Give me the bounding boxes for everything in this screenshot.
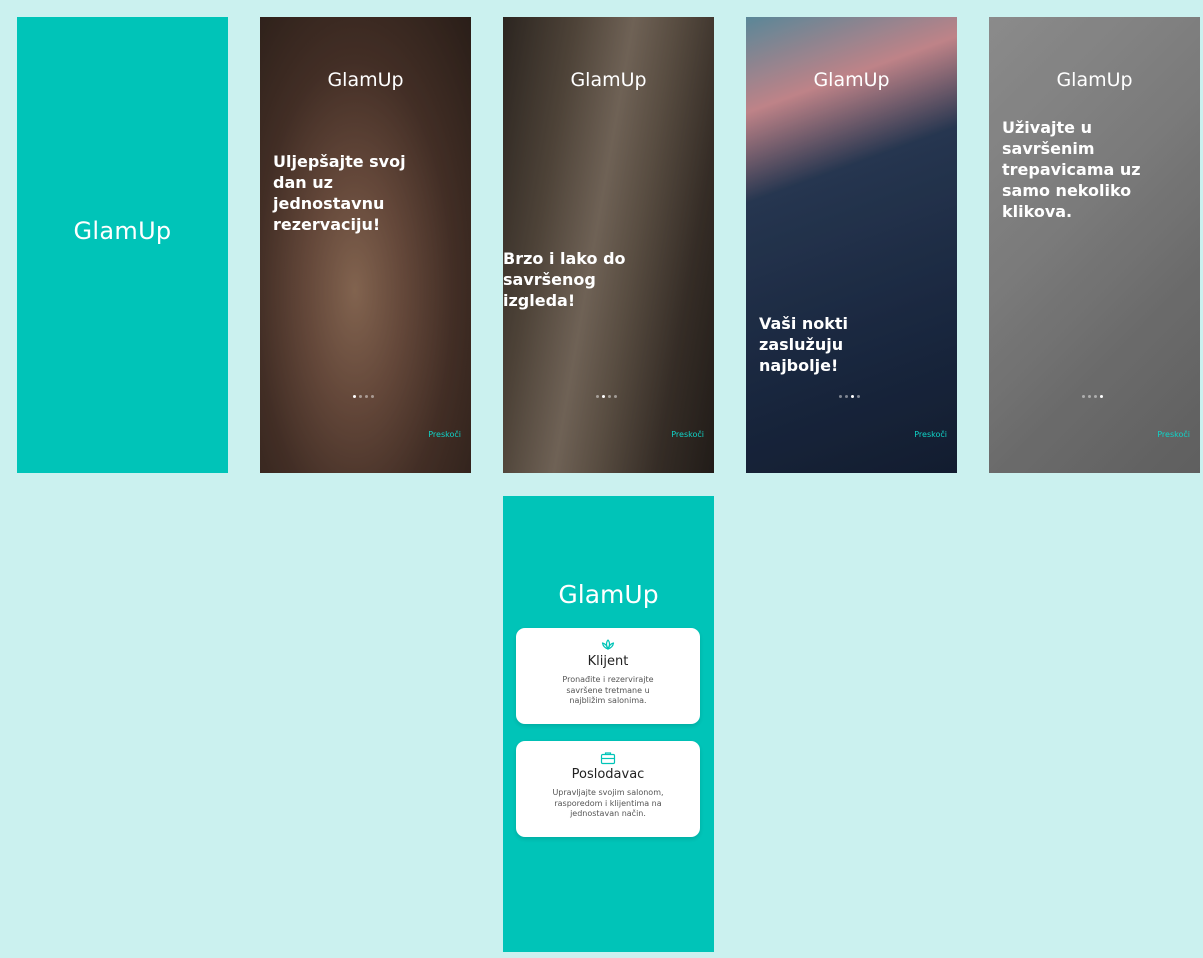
onboarding-headline: Uživajte u savršenim trepavicama uz samo…: [1002, 118, 1141, 221]
skip-button[interactable]: Preskoči: [1157, 430, 1190, 439]
client-card[interactable]: Klijent Pronađite i rezervirajte savršen…: [516, 628, 700, 724]
page-dot[interactable]: [614, 395, 617, 398]
onboarding-screen-1: GlamUp Uljepšajte svoj dan uz jednostavn…: [260, 17, 471, 473]
page-dot[interactable]: [851, 395, 854, 398]
onboarding-screen-4: GlamUp Uživajte u savršenim trepavicama …: [989, 17, 1200, 473]
onboarding-headline: Brzo i lako do savršenog izgleda!: [503, 249, 626, 310]
page-dot[interactable]: [1094, 395, 1097, 398]
page-dot[interactable]: [1088, 395, 1091, 398]
card-description: Pronađite i rezervirajte savršene tretma…: [562, 675, 654, 705]
page-indicator[interactable]: [353, 395, 374, 398]
briefcase-icon: [600, 752, 616, 765]
page-dot[interactable]: [353, 395, 356, 398]
page-dot[interactable]: [845, 395, 848, 398]
splash-screen: GlamUp: [17, 17, 228, 473]
page-dot[interactable]: [365, 395, 368, 398]
page-dot[interactable]: [602, 395, 605, 398]
page-dot[interactable]: [839, 395, 842, 398]
app-logo: GlamUp: [73, 217, 172, 245]
app-logo: GlamUp: [1056, 69, 1133, 91]
skip-button[interactable]: Preskoči: [671, 430, 704, 439]
app-logo: GlamUp: [813, 69, 890, 91]
page-dot[interactable]: [596, 395, 599, 398]
role-select-screen: GlamUp Klijent Pronađite i rezervirajte …: [503, 496, 714, 952]
page-dot[interactable]: [359, 395, 362, 398]
app-logo: GlamUp: [327, 69, 404, 91]
page-dot[interactable]: [371, 395, 374, 398]
skip-button[interactable]: Preskoči: [428, 430, 461, 439]
card-title: Poslodavac: [571, 767, 645, 782]
employer-card[interactable]: Poslodavac Upravljajte svojim salonom, r…: [516, 741, 700, 837]
skip-button[interactable]: Preskoči: [914, 430, 947, 439]
page-dot[interactable]: [608, 395, 611, 398]
app-logo: GlamUp: [570, 69, 647, 91]
page-dot[interactable]: [1082, 395, 1085, 398]
page-indicator[interactable]: [1082, 395, 1103, 398]
card-description: Upravljajte svojim salonom, rasporedom i…: [552, 788, 664, 818]
onboarding-headline: Vaši nokti zaslužuju najbolje!: [759, 314, 849, 375]
onboarding-screen-3: GlamUp Vaši nokti zaslužuju najbolje! Pr…: [746, 17, 957, 473]
card-title: Klijent: [587, 654, 629, 669]
page-indicator[interactable]: [596, 395, 617, 398]
lotus-icon: [601, 639, 615, 650]
page-dot[interactable]: [1100, 395, 1103, 398]
onboarding-headline: Uljepšajte svoj dan uz jednostavnu rezer…: [273, 152, 406, 234]
page-indicator[interactable]: [839, 395, 860, 398]
page-dot[interactable]: [857, 395, 860, 398]
app-logo: GlamUp: [558, 580, 659, 609]
onboarding-screen-2: GlamUp Brzo i lako do savršenog izgleda!…: [503, 17, 714, 473]
